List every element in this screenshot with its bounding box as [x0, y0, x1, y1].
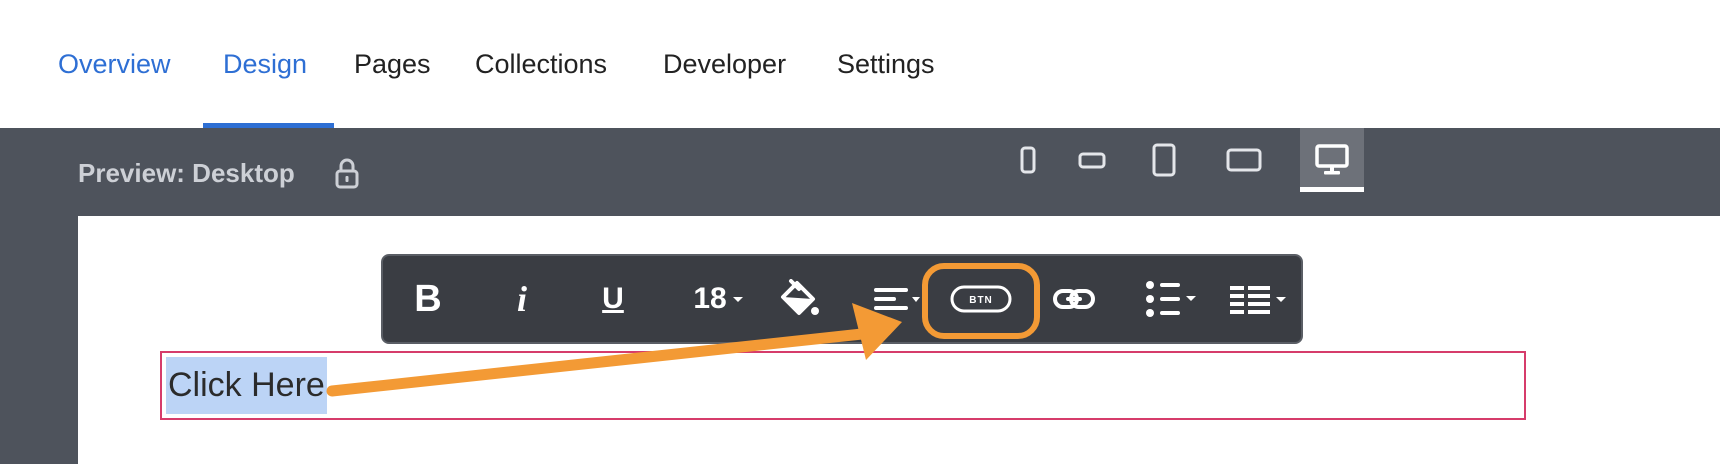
underline-button[interactable]: U	[589, 270, 637, 328]
italic-icon: i	[516, 279, 527, 319]
device-mobile-portrait-button[interactable]	[1001, 140, 1055, 180]
font-size-dropdown[interactable]: 18	[684, 270, 754, 328]
bullet-list-icon	[1146, 281, 1196, 317]
top-navigation: Overview Design Pages Collections Develo…	[0, 0, 1720, 128]
link-button[interactable]	[1049, 270, 1099, 328]
bold-icon: B	[414, 278, 442, 320]
device-desktop-button[interactable]	[1300, 128, 1364, 192]
desktop-icon	[1315, 144, 1349, 175]
mobile-portrait-icon	[1020, 146, 1036, 174]
chevron-down-icon	[732, 297, 743, 302]
align-dropdown[interactable]	[868, 270, 924, 328]
align-left-icon	[874, 288, 920, 310]
tab-overview[interactable]: Overview	[58, 46, 171, 82]
active-device-indicator	[1300, 187, 1364, 192]
italic-button[interactable]: i	[498, 270, 546, 328]
link-icon	[1053, 289, 1095, 309]
table-dropdown[interactable]	[1228, 270, 1294, 328]
tab-pages[interactable]: Pages	[354, 46, 431, 82]
tab-developer[interactable]: Developer	[663, 46, 786, 82]
selected-text[interactable]: Click Here	[166, 357, 327, 414]
preview-title: Preview: Desktop	[78, 158, 295, 188]
paint-bucket-icon	[781, 279, 819, 315]
tablet-landscape-icon	[1226, 148, 1262, 172]
mobile-landscape-icon	[1078, 152, 1106, 169]
tab-settings[interactable]: Settings	[837, 46, 935, 82]
highlight-annotation	[922, 263, 1040, 339]
underline-icon: U	[602, 282, 624, 315]
tab-design[interactable]: Design	[223, 46, 307, 82]
device-tablet-portrait-button[interactable]	[1137, 140, 1191, 180]
list-dropdown[interactable]	[1144, 270, 1204, 328]
bold-button[interactable]: B	[404, 270, 452, 328]
tablet-portrait-icon	[1152, 143, 1176, 177]
device-mobile-landscape-button[interactable]	[1065, 140, 1119, 180]
font-size-value: 18	[693, 282, 727, 315]
columns-icon	[1230, 286, 1286, 314]
text-color-button[interactable]	[774, 270, 824, 328]
text-element[interactable]	[160, 351, 1526, 420]
lock-icon[interactable]	[334, 157, 360, 189]
device-tablet-landscape-button[interactable]	[1217, 140, 1271, 180]
tab-collections[interactable]: Collections	[475, 46, 607, 82]
